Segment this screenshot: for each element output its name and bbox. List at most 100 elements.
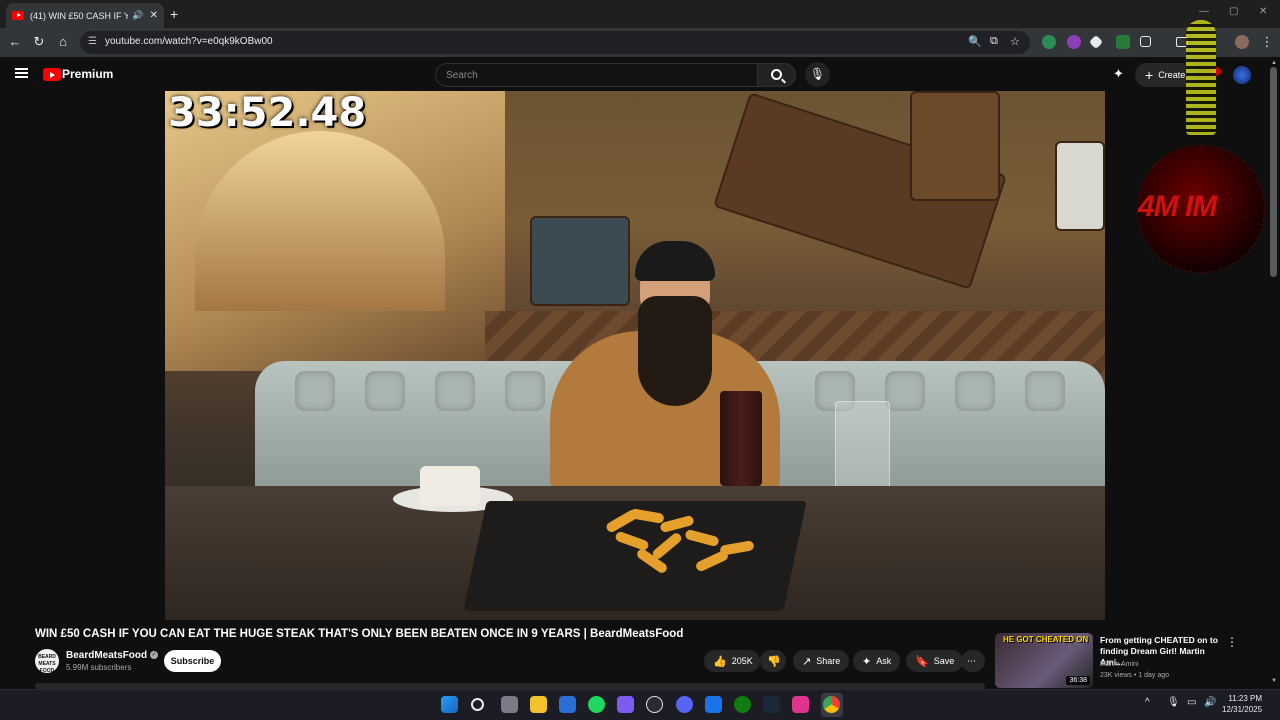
more-options-icon[interactable]: ⋮ [1226,635,1238,649]
ask-label: Ask [876,656,892,666]
minimize-icon[interactable]: — [1199,6,1209,17]
youtube-header: Premium 🎙 ✦ + Create [0,57,1280,91]
taskbar-search-icon[interactable] [471,698,484,711]
extension-icon-1[interactable] [1042,35,1056,49]
video-duration: 36:38 [1066,676,1090,685]
search-input[interactable] [436,64,757,86]
youtube-favicon-icon [12,11,24,20]
gem-icon[interactable]: ✦ [1113,66,1124,82]
discord-icon[interactable] [676,696,693,713]
more-actions-button[interactable]: ⋯ [961,650,985,672]
chip [650,531,684,561]
dislike-button[interactable]: 👎 [760,650,786,672]
back-icon[interactable]: ← [7,34,23,49]
sofa-cushion [885,371,925,411]
thumbnail-text: HE GOT CHEATED ON [1003,635,1089,644]
profile-avatar-icon[interactable] [1235,35,1249,49]
volume-icon[interactable]: 🔊 [1204,697,1216,708]
site-info-icon[interactable]: ☰ [88,36,97,47]
obs-icon[interactable] [646,696,663,713]
spotify-icon[interactable] [588,696,605,713]
task-view-icon[interactable] [501,696,518,713]
zoom-icon[interactable]: 🔍 [968,35,982,48]
person-beard [638,296,712,406]
sofa-cushion [295,371,335,411]
thumbs-down-icon: 👎 [767,655,781,668]
search-button[interactable] [758,63,796,87]
recommended-meta: 23K views • 1 day ago [1100,672,1169,679]
install-icon[interactable]: ⧉ [990,35,998,48]
chrome-icon[interactable] [823,696,840,713]
xbox-icon[interactable] [734,696,751,713]
tab-title: (41) WIN £50 CASH IF YOU [30,10,129,21]
sofa-cushion [1025,371,1065,411]
challenge-timer: 33:52.48 [168,91,367,136]
extensions-puzzle-icon[interactable] [1140,36,1151,47]
save-button[interactable]: 🔖 Save [906,650,964,672]
url-text[interactable]: youtube.com/watch?v=e0qk9kOBw00 [105,36,273,47]
steam-icon[interactable] [763,696,780,713]
extension-icon-2[interactable] [1067,35,1081,49]
windows-taskbar [0,689,1280,720]
scroll-down-icon[interactable]: ▼ [1271,678,1277,684]
subscribe-button[interactable]: Subscribe [164,650,221,672]
system-clock[interactable]: 11:23 PM 12/31/2025 [1222,693,1262,715]
channel-name-text[interactable]: BeardMeatsFood [66,650,147,661]
share-icon: ↗ [802,655,812,668]
suitcase [1055,141,1105,231]
page-scrollbar[interactable] [1270,67,1277,277]
tray-chevron-icon[interactable]: ^ [1145,697,1150,708]
extension-icon-3[interactable] [1088,34,1104,50]
close-tab-icon[interactable]: ✕ [150,10,158,21]
recommended-thumbnail[interactable]: HE GOT CHEATED ON 36:38 [995,633,1093,688]
home-icon[interactable]: ⌂ [55,34,71,49]
share-label: Share [816,656,841,666]
close-window-icon[interactable]: ✕ [1259,6,1267,17]
hamburger-menu-icon[interactable] [15,68,28,78]
new-tab-button[interactable]: + [170,6,178,22]
video-title: WIN £50 CASH IF YOU CAN EAT THE HUGE STE… [35,628,684,640]
channel-name[interactable]: BeardMeatsFood ✓ [66,650,159,661]
browser-tab-strip: (41) WIN £50 CASH IF YOU 🔊 ✕ + — ▢ ✕ [0,0,1280,28]
mail-icon[interactable] [705,696,722,713]
sofa-cushion [955,371,995,411]
share-button[interactable]: ↗ Share [793,650,850,672]
account-avatar[interactable] [1233,66,1251,84]
app-icon[interactable] [792,696,809,713]
voice-search-button[interactable]: 🎙 [805,62,830,87]
sparkle-icon: ✦ [862,655,872,668]
browser-tab[interactable]: (41) WIN £50 CASH IF YOU 🔊 ✕ [6,3,164,28]
cola-glass [720,391,762,486]
maximize-icon[interactable]: ▢ [1229,6,1238,17]
speaker-icon[interactable]: 🔊 [132,10,143,21]
sofa-cushion [365,371,405,411]
recommended-channel[interactable]: Martin Amini [1100,661,1139,668]
like-button[interactable]: 👍 205K [704,650,760,672]
reload-icon[interactable]: ↻ [31,34,47,50]
microphone-tray-icon[interactable]: 🎙 [1167,697,1180,708]
clock-date: 12/31/2025 [1222,705,1263,714]
video-player[interactable]: 33:52.48 [165,91,1105,620]
bookmark-icon: 🔖 [915,655,929,668]
scroll-up-icon[interactable]: ▲ [1271,60,1277,66]
browser-menu-icon[interactable]: ⋮ [1259,34,1275,50]
like-count: 205K [731,656,753,666]
app-grid-icon[interactable] [617,696,634,713]
windows-start-icon[interactable] [441,696,458,713]
extension-icon-4[interactable] [1116,35,1130,49]
ask-button[interactable]: ✦ Ask [853,650,901,672]
verified-check-icon: ✓ [150,651,159,660]
youtube-premium-label[interactable]: Premium [62,67,113,81]
file-explorer-icon[interactable] [530,696,547,713]
chip [694,549,730,573]
save-label: Save [933,656,955,666]
overlay-figure-art [1182,20,1222,135]
store-icon[interactable] [559,696,576,713]
address-bar[interactable]: ☰ youtube.com/watch?v=e0qk9kOBw00 🔍 ⧉ ☆ [80,31,1030,54]
youtube-logo-icon[interactable] [43,68,61,81]
channel-avatar[interactable]: BEARD MEATS FOOD [35,649,59,674]
bookmark-star-icon[interactable]: ☆ [1010,35,1020,48]
clock-time: 11:23 PM [1228,694,1263,703]
person-cap [635,241,715,281]
network-icon[interactable]: ▭ [1187,697,1196,708]
